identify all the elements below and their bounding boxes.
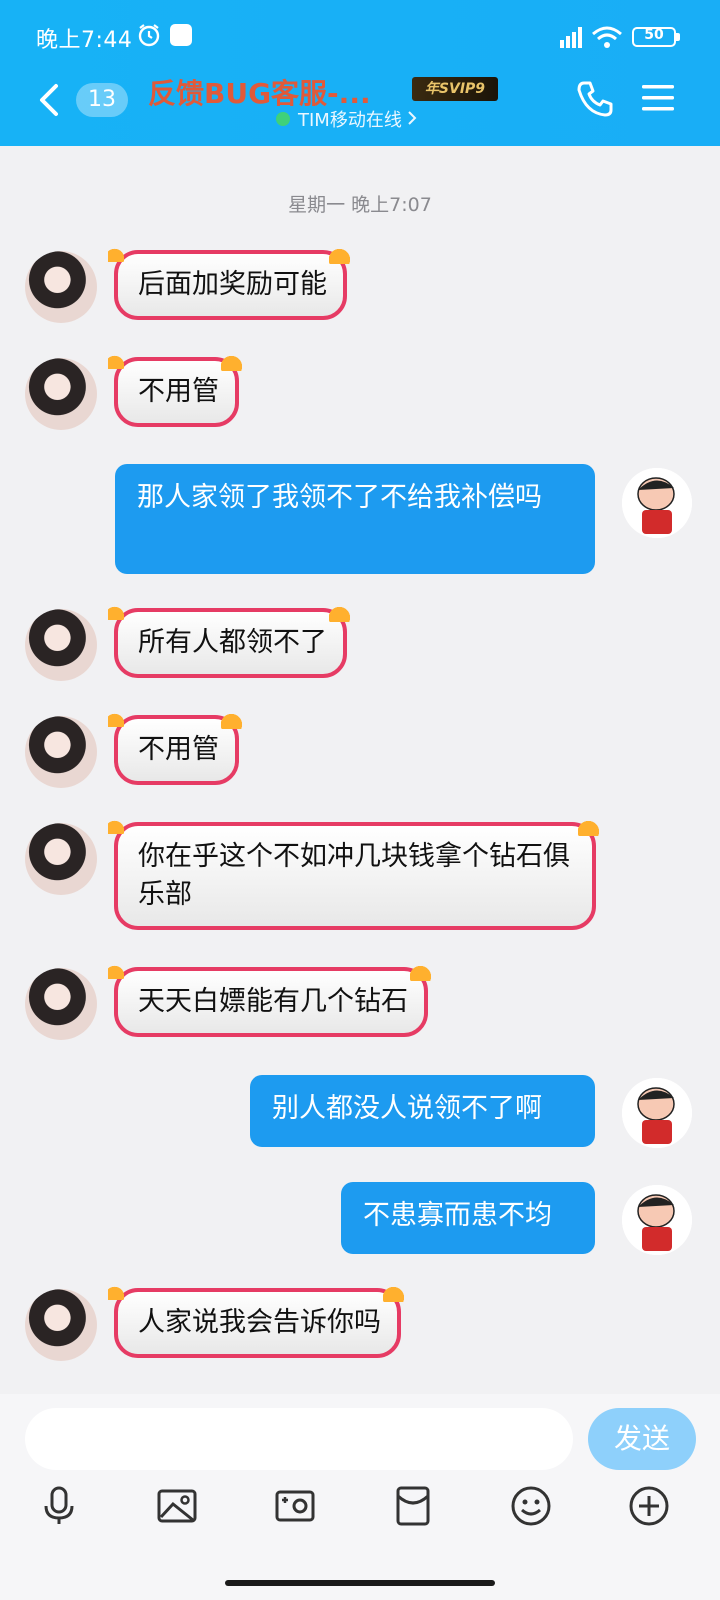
unread-count-badge[interactable]: 13 [76, 83, 128, 117]
chat-header: 晚上7:44 50 13 反馈BUG客服-... 年SVIP9 TIM移动在线 [0, 0, 720, 146]
outgoing-message-bubble[interactable]: 别人都没人说领不了啊 [250, 1075, 595, 1147]
contact-avatar[interactable] [25, 251, 97, 323]
message-time-label: 星期一 晚上7:07 [288, 194, 432, 216]
cartoon-avatar-icon [622, 1185, 692, 1255]
input-bar: 发送 [0, 1394, 720, 1600]
incoming-message-bubble[interactable]: 人家说我会告诉你吗 [108, 1280, 409, 1358]
incoming-message-bubble[interactable]: 不用管 [108, 707, 247, 785]
contact-avatar[interactable] [25, 823, 97, 895]
message-text: 人家说我会告诉你吗 [138, 1307, 381, 1338]
outgoing-message-bubble[interactable]: 不患寡而患不均 [341, 1182, 595, 1254]
message-text: 不用管 [138, 376, 219, 407]
message-text: 后面加奖励可能 [138, 269, 327, 300]
emoji-icon[interactable] [509, 1484, 553, 1528]
my-avatar[interactable] [622, 1185, 692, 1255]
svip-badge: 年SVIP9 [412, 77, 498, 101]
outgoing-message-bubble[interactable]: 那人家领了我领不了不给我补偿吗 [115, 464, 595, 574]
contact-avatar[interactable] [25, 609, 97, 681]
contact-avatar[interactable] [25, 968, 97, 1040]
incoming-message-bubble[interactable]: 你在乎这个不如冲几块钱拿个钻石俱乐部 [108, 814, 604, 930]
incoming-message-bubble[interactable]: 不用管 [108, 349, 247, 427]
menu-icon[interactable] [640, 82, 676, 114]
camera-icon[interactable] [273, 1484, 317, 1528]
online-status-dot [276, 112, 290, 126]
cartoon-avatar-icon [622, 1078, 692, 1148]
message-text: 不患寡而患不均 [363, 1200, 552, 1231]
my-avatar[interactable] [622, 1078, 692, 1148]
chevron-right-icon [408, 111, 417, 125]
home-indicator[interactable] [225, 1580, 495, 1586]
battery-level: 50 [644, 27, 664, 43]
red-packet-icon[interactable] [391, 1484, 435, 1528]
image-icon[interactable] [155, 1484, 199, 1528]
contact-avatar[interactable] [25, 358, 97, 430]
chat-message-list[interactable]: 星期一 晚上7:07 后面加奖励可能 不用管 那人家领了我领不了不给我补偿吗 所… [0, 146, 720, 1394]
message-text: 别人都没人说领不了啊 [272, 1093, 542, 1124]
send-button[interactable]: 发送 [588, 1408, 696, 1470]
message-text: 你在乎这个不如冲几块钱拿个钻石俱乐部 [138, 841, 570, 910]
battery-nub [676, 33, 680, 41]
microphone-icon[interactable] [37, 1484, 81, 1528]
plus-icon[interactable] [627, 1484, 671, 1528]
message-text: 天天白嫖能有几个钻石 [138, 986, 408, 1017]
signal-icon [560, 27, 582, 48]
message-input[interactable] [25, 1408, 573, 1470]
online-status-text[interactable]: TIM移动在线 [298, 106, 402, 132]
phone-call-icon[interactable] [574, 78, 616, 120]
app-notification-icon [170, 24, 192, 46]
incoming-message-bubble[interactable]: 所有人都领不了 [108, 600, 355, 678]
incoming-message-bubble[interactable]: 后面加奖励可能 [108, 242, 355, 320]
message-text: 所有人都领不了 [138, 627, 327, 658]
contact-avatar[interactable] [25, 1289, 97, 1361]
alarm-icon [138, 24, 160, 47]
status-bar: 晚上7:44 50 [0, 0, 720, 72]
incoming-message-bubble[interactable]: 天天白嫖能有几个钻石 [108, 959, 436, 1037]
status-time: 晚上7:44 [36, 28, 133, 53]
back-arrow-icon[interactable] [36, 82, 62, 118]
contact-avatar[interactable] [25, 716, 97, 788]
wifi-icon [592, 26, 622, 48]
message-text: 那人家领了我领不了不给我补偿吗 [137, 482, 542, 513]
message-text: 不用管 [138, 734, 219, 765]
my-avatar[interactable] [622, 468, 692, 538]
cartoon-avatar-icon [622, 468, 692, 538]
